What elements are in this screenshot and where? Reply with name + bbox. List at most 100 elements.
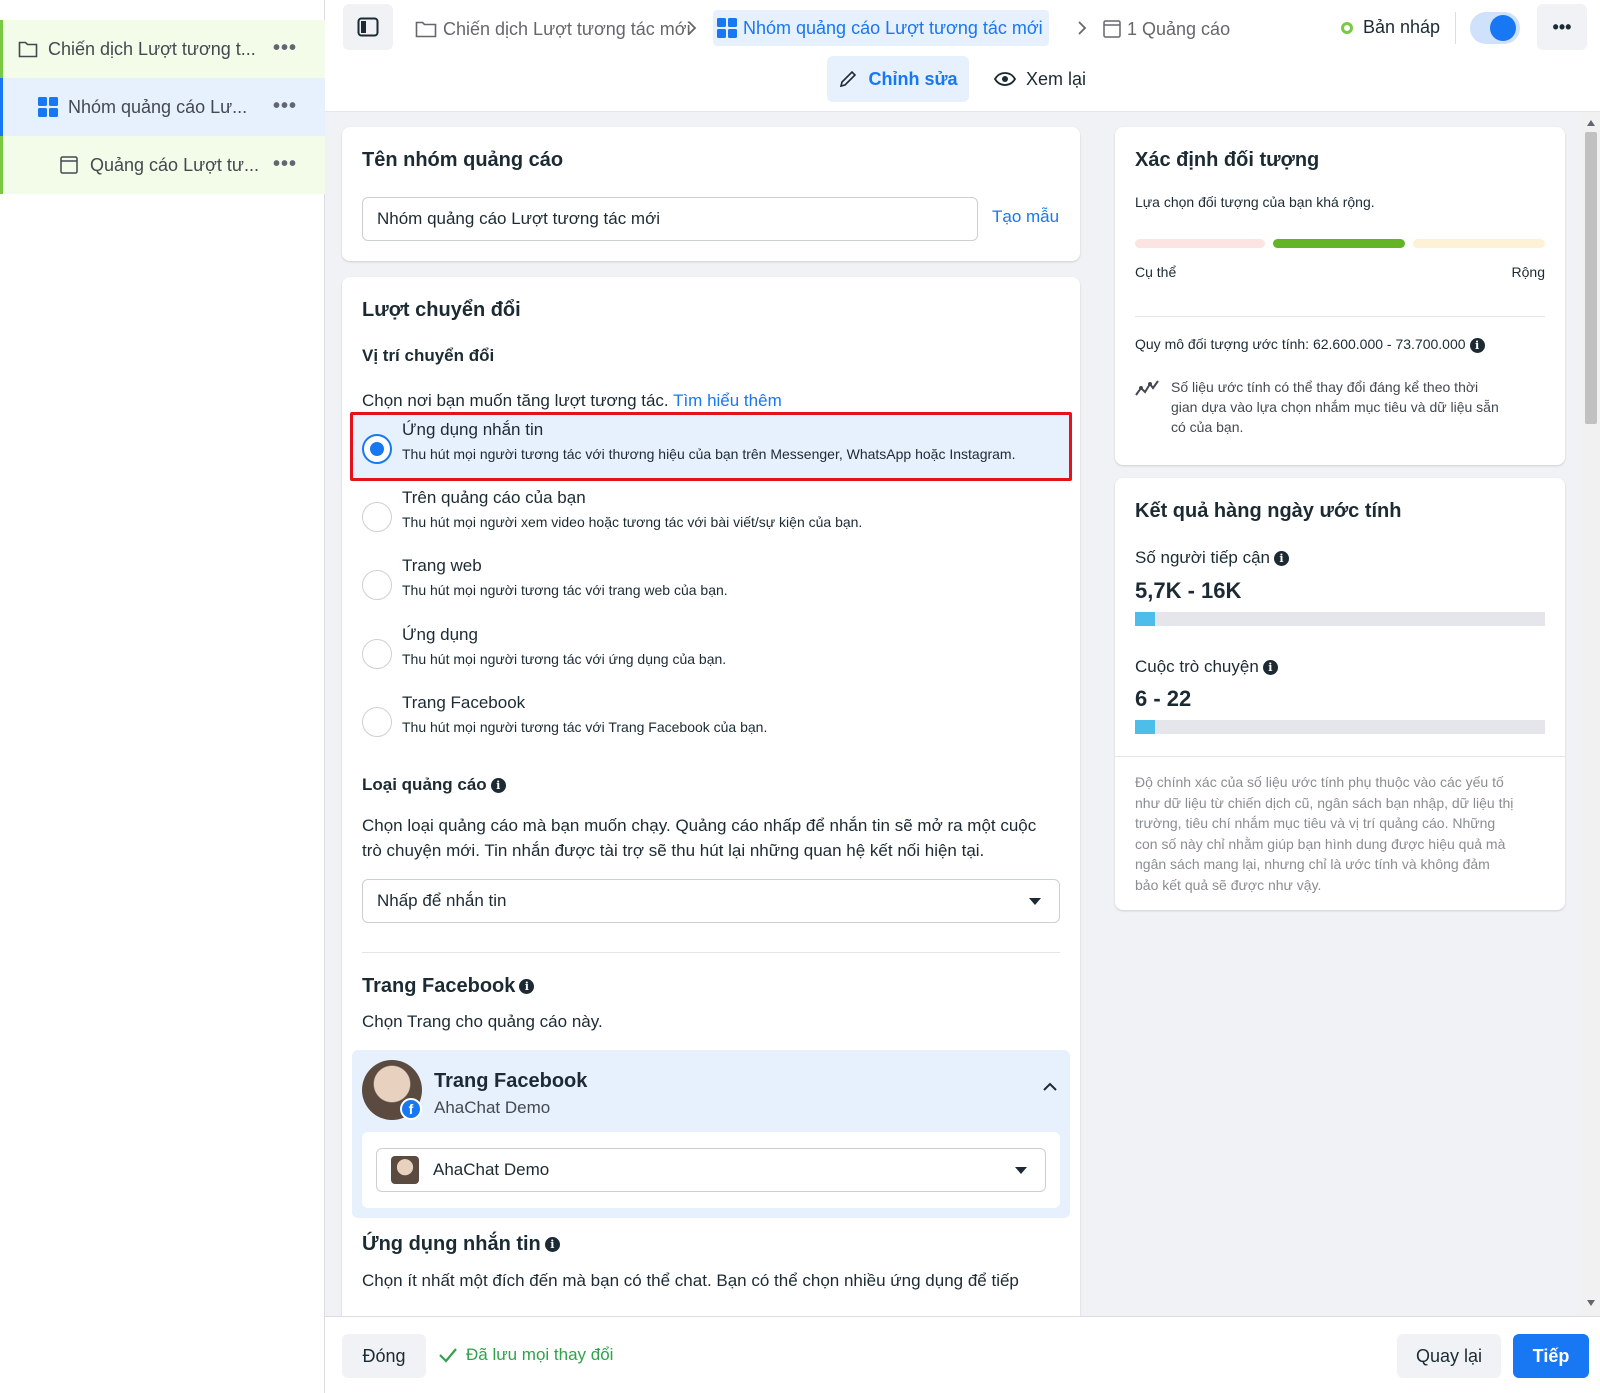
divider: [1115, 756, 1565, 757]
chevron-right-icon: [1077, 20, 1087, 36]
audience-size: Quy mô đối tượng ước tính: 62.600.000 - …: [1135, 336, 1485, 353]
tree-indicator: [0, 78, 3, 136]
scroll-down-icon[interactable]: [1587, 1300, 1595, 1306]
option-app[interactable]: Ứng dụng Thu hút mọi người tương tác với…: [362, 619, 1082, 683]
tab-label: Xem lại: [1025, 68, 1087, 89]
next-button[interactable]: Tiếp: [1513, 1334, 1589, 1378]
tab-review[interactable]: Xem lại: [985, 56, 1095, 102]
option-messaging-apps[interactable]: Ứng dụng nhắn tin Thu hút mọi người tươn…: [362, 414, 1082, 478]
select-value: AhaChat Demo: [433, 1160, 550, 1179]
toggle-panel-button[interactable]: [343, 4, 393, 50]
option-desc: Thu hút mọi người xem video hoặc tương t…: [402, 514, 863, 530]
folder-icon: [18, 40, 38, 58]
tree-item-campaign[interactable]: Chiến dịch Lượt tương t... •••: [0, 20, 325, 78]
option-title: Trang web: [402, 556, 482, 575]
status-label: Bản nháp: [1363, 17, 1441, 37]
breadcrumb-ad[interactable]: 1 Quảng cáo: [1103, 14, 1230, 44]
sidebar-toggle-icon: [357, 17, 379, 37]
disclaimer-line: bảo kết quả sẽ được như vậy.: [1135, 876, 1322, 893]
grid-icon: [717, 18, 743, 38]
info-icon[interactable]: i: [1262, 660, 1278, 676]
chevron-up-icon[interactable]: [1042, 1082, 1058, 1092]
status-toggle[interactable]: [1470, 12, 1520, 44]
card-title: Tên nhóm quảng cáo: [362, 149, 564, 171]
radio-button[interactable]: [362, 434, 392, 464]
back-button[interactable]: Quay lại: [1397, 1334, 1501, 1378]
adset-name-card: Tên nhóm quảng cáo Nhóm quảng cáo Lượt t…: [342, 127, 1080, 261]
meter-label-specific: Cụ thể: [1135, 264, 1177, 280]
option-title: Trên quảng cáo của bạn: [402, 488, 586, 507]
info-icon[interactable]: i: [1274, 551, 1289, 567]
learn-more-link[interactable]: Tìm hiểu thêm: [673, 391, 782, 410]
tree-item-adset[interactable]: Nhóm quảng cáo Lư... •••: [0, 78, 325, 136]
grid-icon: [38, 97, 58, 117]
ad-type-select[interactable]: Nhấp để nhắn tin: [362, 879, 1060, 923]
more-icon[interactable]: •••: [273, 37, 297, 60]
results-disclaimer: Độ chính xác của số liệu ước tính phụ th…: [1135, 772, 1513, 896]
page-card-subtitle: AhaChat Demo: [434, 1098, 551, 1117]
label-text: Trang Facebook: [362, 975, 516, 997]
info-icon[interactable]: i: [544, 1237, 560, 1253]
meter-current: [1273, 239, 1405, 248]
page-select[interactable]: AhaChat Demo: [376, 1148, 1046, 1192]
trend-icon: [1135, 379, 1159, 397]
tree-item-ad[interactable]: Quảng cáo Lượt tư... •••: [0, 136, 325, 194]
scrollbar-thumb[interactable]: [1585, 132, 1597, 424]
radio-button[interactable]: [362, 502, 392, 532]
option-facebook-page[interactable]: Trang Facebook Thu hút mọi người tương t…: [362, 687, 1082, 751]
label-text: Cuộc trò chuyện: [1135, 657, 1259, 676]
reach-bar-fill: [1135, 612, 1155, 626]
more-icon[interactable]: •••: [273, 153, 297, 176]
tree-item-label: Quảng cáo Lượt tư...: [90, 154, 259, 175]
reach-bar: [1135, 612, 1545, 626]
option-website[interactable]: Trang web Thu hút mọi người tương tác vớ…: [362, 550, 1082, 614]
radio-button[interactable]: [362, 639, 392, 669]
tree-indicator: [0, 20, 3, 78]
scroll-up-icon[interactable]: [1587, 120, 1595, 126]
more-options-button[interactable]: •••: [1537, 4, 1587, 50]
messaging-apps-desc: Chọn ít nhất một đích đến mà bạn có thể …: [362, 1271, 1019, 1290]
option-desc: Thu hút mọi người tương tác với Trang Fa…: [402, 719, 768, 735]
info-icon[interactable]: i: [1469, 337, 1485, 353]
reach-label: Số người tiếp cận i: [1135, 548, 1289, 568]
reach-value: 5,7K - 16K: [1135, 578, 1242, 603]
meter-specific: [1135, 239, 1265, 248]
label-text: Loại quảng cáo: [362, 775, 487, 794]
disclaimer-line: con số này chỉ nhằm giúp bạn hình dung đ…: [1135, 835, 1506, 852]
adset-name-input[interactable]: Nhóm quảng cáo Lượt tương tác mới: [362, 197, 978, 241]
ad-type-desc: trò chuyện mới. Tin nhắn được tài trợ sẽ…: [362, 841, 985, 860]
radio-button[interactable]: [362, 570, 392, 600]
tab-edit[interactable]: Chỉnh sửa: [827, 56, 969, 102]
note-line: có của bạn.: [1171, 419, 1244, 435]
page-select-wrap: AhaChat Demo: [362, 1132, 1060, 1208]
close-button[interactable]: Đóng: [342, 1334, 426, 1378]
info-icon[interactable]: i: [490, 778, 506, 794]
option-on-your-ad[interactable]: Trên quảng cáo của bạn Thu hút mọi người…: [362, 482, 1082, 546]
label-text: Số người tiếp cận: [1135, 548, 1270, 567]
facebook-icon: f: [400, 1098, 422, 1120]
tab-label: Chỉnh sửa: [868, 68, 958, 89]
audience-desc: Lựa chọn đối tượng của bạn khá rộng.: [1135, 194, 1375, 210]
note-line: Số liệu ước tính có thể thay đổi đáng kể…: [1171, 379, 1479, 395]
divider: [362, 952, 1060, 953]
create-template-link[interactable]: Tạo mẫu: [992, 207, 1059, 227]
scrollbar[interactable]: [1582, 112, 1600, 1316]
prompt-text: Chọn nơi bạn muốn tăng lượt tương tác.: [362, 391, 669, 410]
breadcrumb-adset[interactable]: Nhóm quảng cáo Lượt tương tác mới: [713, 10, 1049, 46]
radio-button[interactable]: [362, 707, 392, 737]
breadcrumb-campaign[interactable]: Chiến dịch Lượt tương tác mới: [415, 14, 691, 44]
divider: [1135, 316, 1545, 317]
card-title: Xác định đối tượng: [1135, 149, 1320, 171]
info-icon[interactable]: i: [519, 979, 535, 995]
footer-bar: Đóng Đã lưu mọi thay đổi Quay lại Tiếp: [325, 1316, 1600, 1393]
tree-item-label: Chiến dịch Lượt tương t...: [48, 38, 256, 59]
more-icon[interactable]: •••: [273, 95, 297, 118]
size-text: Quy mô đối tượng ước tính: 62.600.000 - …: [1135, 336, 1466, 352]
label-text: Ứng dụng nhắn tin: [362, 1233, 541, 1255]
meter-label-broad: Rộng: [1511, 264, 1545, 280]
card-title: Lượt chuyển đổi: [362, 299, 521, 321]
conversations-bar-fill: [1135, 720, 1155, 734]
conversion-location-label: Vị trí chuyển đổi: [362, 346, 495, 365]
option-desc: Thu hút mọi người tương tác với trang we…: [402, 582, 728, 598]
conversations-bar: [1135, 720, 1545, 734]
